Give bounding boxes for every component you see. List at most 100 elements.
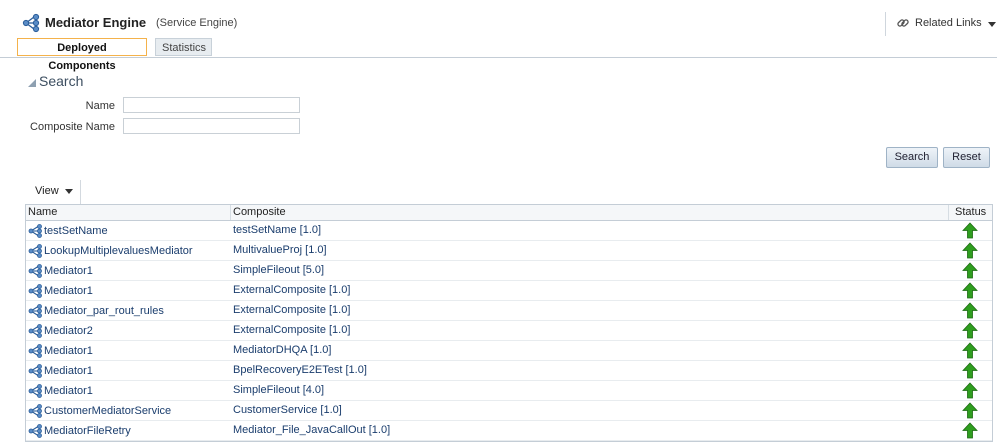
components-table: Name Composite Status testSetName testSet… bbox=[25, 204, 993, 442]
mediator-component-icon bbox=[28, 324, 42, 338]
status-up-arrow-icon bbox=[962, 222, 978, 239]
table-row[interactable]: Mediator1 ExternalComposite [1.0] bbox=[26, 281, 992, 301]
mediator-component-icon bbox=[28, 364, 42, 378]
component-name: MediatorFileRetry bbox=[44, 425, 131, 437]
component-name-link[interactable]: Mediator_par_rout_rules bbox=[28, 304, 164, 318]
component-name-link[interactable]: CustomerMediatorService bbox=[28, 404, 171, 418]
chevron-down-icon bbox=[987, 21, 996, 27]
table-row[interactable]: Mediator1 MediatorDHQA [1.0] bbox=[26, 341, 992, 361]
mediator-engine-icon bbox=[22, 13, 40, 33]
component-name: Mediator1 bbox=[44, 365, 93, 377]
component-name-link[interactable]: MediatorFileRetry bbox=[28, 424, 131, 438]
status-cell bbox=[962, 282, 978, 302]
composite-link[interactable]: ExternalComposite [1.0] bbox=[233, 284, 350, 296]
page-title: Mediator Engine bbox=[45, 15, 147, 30]
column-header-composite[interactable]: Composite bbox=[233, 206, 286, 218]
status-cell bbox=[962, 242, 978, 262]
mediator-component-icon bbox=[28, 224, 42, 238]
component-name-link[interactable]: Mediator1 bbox=[28, 364, 93, 378]
composite-link[interactable]: Mediator_File_JavaCallOut [1.0] bbox=[233, 424, 390, 436]
table-row[interactable]: Mediator1 SimpleFileout [4.0] bbox=[26, 381, 992, 401]
tab-statistics[interactable]: Statistics bbox=[155, 38, 212, 56]
status-up-arrow-icon bbox=[962, 422, 978, 439]
table-row[interactable]: Mediator_par_rout_rules ExternalComposite… bbox=[26, 301, 992, 321]
table-row[interactable]: CustomerMediatorService CustomerService [… bbox=[26, 401, 992, 421]
mediator-component-icon bbox=[28, 244, 42, 258]
table-row[interactable]: testSetName testSetName [1.0] bbox=[26, 221, 992, 241]
column-header-name[interactable]: Name bbox=[28, 206, 57, 218]
search-section-header[interactable]: Search bbox=[28, 73, 83, 89]
mediator-component-icon bbox=[28, 264, 42, 278]
status-up-arrow-icon bbox=[962, 362, 978, 379]
table-row[interactable]: LookupMultiplevaluesMediator MultivaluePr… bbox=[26, 241, 992, 261]
column-header-status[interactable]: Status bbox=[955, 206, 986, 218]
status-cell bbox=[962, 382, 978, 402]
component-name: LookupMultiplevaluesMediator bbox=[44, 245, 193, 257]
component-name: Mediator1 bbox=[44, 385, 93, 397]
component-name-link[interactable]: Mediator1 bbox=[28, 384, 93, 398]
status-cell bbox=[962, 302, 978, 322]
composite-link[interactable]: BpelRecoveryE2ETest [1.0] bbox=[233, 364, 367, 376]
component-name-link[interactable]: testSetName bbox=[28, 224, 108, 238]
composite-link[interactable]: ExternalComposite [1.0] bbox=[233, 324, 350, 336]
header-divider bbox=[885, 12, 886, 36]
status-up-arrow-icon bbox=[962, 402, 978, 419]
mediator-component-icon bbox=[28, 344, 42, 358]
reset-button[interactable]: Reset bbox=[943, 147, 990, 168]
table-header: Name Composite Status bbox=[26, 205, 992, 221]
toolbar-divider bbox=[80, 180, 81, 204]
status-cell bbox=[962, 362, 978, 382]
component-name-link[interactable]: Mediator1 bbox=[28, 344, 93, 358]
view-menu[interactable]: View bbox=[35, 185, 73, 197]
component-name-link[interactable]: Mediator1 bbox=[28, 264, 93, 278]
component-name-link[interactable]: Mediator1 bbox=[28, 284, 93, 298]
tab-deployed-components[interactable]: Deployed Components bbox=[17, 38, 147, 72]
status-up-arrow-icon bbox=[962, 242, 978, 259]
table-body: testSetName testSetName [1.0] LookupMultip… bbox=[26, 221, 992, 441]
component-name-link[interactable]: LookupMultiplevaluesMediator bbox=[28, 244, 193, 258]
composite-name-input[interactable] bbox=[123, 118, 300, 134]
composite-link[interactable]: MediatorDHQA [1.0] bbox=[233, 344, 331, 356]
table-row[interactable]: MediatorFileRetry Mediator_File_JavaCallO… bbox=[26, 421, 992, 441]
search-button[interactable]: Search bbox=[886, 147, 938, 168]
status-cell bbox=[962, 322, 978, 342]
status-cell bbox=[962, 222, 978, 242]
status-up-arrow-icon bbox=[962, 302, 978, 319]
tabs-divider bbox=[0, 57, 997, 58]
status-up-arrow-icon bbox=[962, 322, 978, 339]
status-up-arrow-icon bbox=[962, 282, 978, 299]
collapse-triangle-icon bbox=[28, 79, 36, 87]
component-name: Mediator_par_rout_rules bbox=[44, 305, 164, 317]
table-row[interactable]: Mediator2 ExternalComposite [1.0] bbox=[26, 321, 992, 341]
status-up-arrow-icon bbox=[962, 262, 978, 279]
status-cell bbox=[962, 422, 978, 442]
status-up-arrow-icon bbox=[962, 382, 978, 399]
component-name: Mediator1 bbox=[44, 265, 93, 277]
table-row[interactable]: Mediator1 BpelRecoveryE2ETest [1.0] bbox=[26, 361, 992, 381]
mediator-component-icon bbox=[28, 304, 42, 318]
mediator-component-icon bbox=[28, 424, 42, 438]
composite-link[interactable]: ExternalComposite [1.0] bbox=[233, 304, 350, 316]
mediator-component-icon bbox=[28, 404, 42, 418]
column-divider bbox=[948, 205, 949, 220]
composite-link[interactable]: CustomerService [1.0] bbox=[233, 404, 342, 416]
component-name-link[interactable]: Mediator2 bbox=[28, 324, 93, 338]
mediator-component-icon bbox=[28, 384, 42, 398]
composite-link[interactable]: SimpleFileout [4.0] bbox=[233, 384, 324, 396]
related-links-menu[interactable]: Related Links bbox=[896, 16, 996, 30]
component-name: testSetName bbox=[44, 225, 108, 237]
composite-link[interactable]: MultivalueProj [1.0] bbox=[233, 244, 327, 256]
name-input[interactable] bbox=[123, 97, 300, 113]
table-row[interactable]: Mediator1 SimpleFileout [5.0] bbox=[26, 261, 992, 281]
composite-name-label: Composite Name bbox=[30, 121, 115, 133]
status-cell bbox=[962, 262, 978, 282]
status-cell bbox=[962, 402, 978, 422]
composite-link[interactable]: SimpleFileout [5.0] bbox=[233, 264, 324, 276]
composite-link[interactable]: testSetName [1.0] bbox=[233, 224, 321, 236]
page-subtitle: (Service Engine) bbox=[156, 17, 238, 29]
mediator-component-icon bbox=[28, 284, 42, 298]
link-chain-icon bbox=[897, 19, 909, 27]
column-divider bbox=[230, 205, 231, 220]
name-label: Name bbox=[85, 100, 115, 112]
component-name: Mediator1 bbox=[44, 345, 93, 357]
